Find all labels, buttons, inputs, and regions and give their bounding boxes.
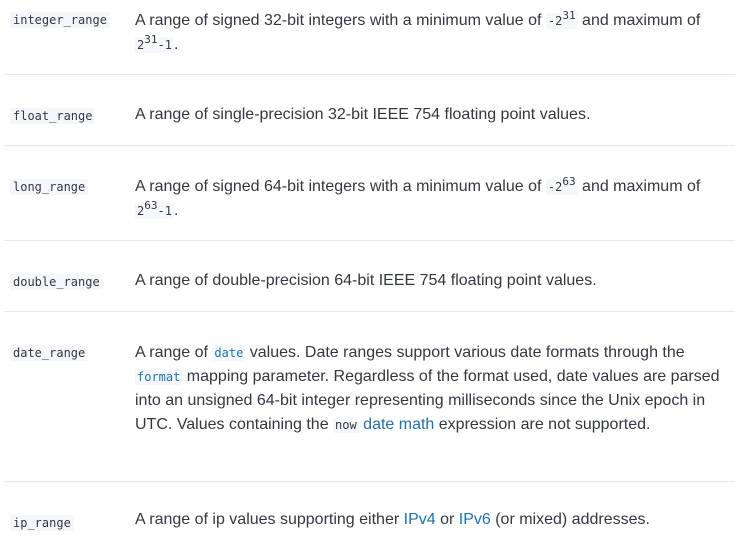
- field-type-name: double_range: [10, 274, 103, 290]
- now-code: now: [333, 417, 359, 433]
- min-value: -263: [545, 175, 578, 195]
- field-type-name: long_range: [10, 179, 89, 195]
- date-math-link[interactable]: date math: [363, 416, 434, 433]
- field-description: A range of single-precision 32-bit IEEE …: [135, 106, 591, 123]
- field-description: A range of signed 64-bit integers with a…: [135, 175, 701, 219]
- field-type-name: integer_range: [10, 12, 110, 28]
- ipv6-link[interactable]: IPv6: [459, 511, 491, 528]
- table-row: long_range A range of signed 64-bit inte…: [4, 145, 735, 241]
- table-row: date_range A range of date values. Date …: [4, 311, 735, 482]
- max-value: 231-1: [135, 33, 174, 53]
- table-row: integer_range A range of signed 32-bit i…: [4, 0, 735, 75]
- table-row: ip_range A range of ip values supporting…: [4, 481, 735, 540]
- table-row: double_range A range of double-precision…: [4, 240, 735, 312]
- field-type-name: float_range: [10, 108, 96, 124]
- min-value: -231: [545, 9, 578, 29]
- field-type-name: date_range: [10, 345, 89, 361]
- table-row: float_range A range of single-precision …: [4, 74, 735, 146]
- field-description: A range of double-precision 64-bit IEEE …: [135, 272, 597, 289]
- field-description: A range of date values. Date ranges supp…: [135, 344, 720, 433]
- field-type-name: ip_range: [10, 515, 74, 531]
- ipv4-link[interactable]: IPv4: [404, 511, 436, 528]
- date-link[interactable]: date: [212, 345, 246, 361]
- field-description: A range of ip values supporting either I…: [135, 511, 650, 528]
- max-value: 263-1: [135, 199, 174, 219]
- field-description: A range of signed 32-bit integers with a…: [135, 9, 701, 53]
- format-link[interactable]: format: [135, 369, 183, 385]
